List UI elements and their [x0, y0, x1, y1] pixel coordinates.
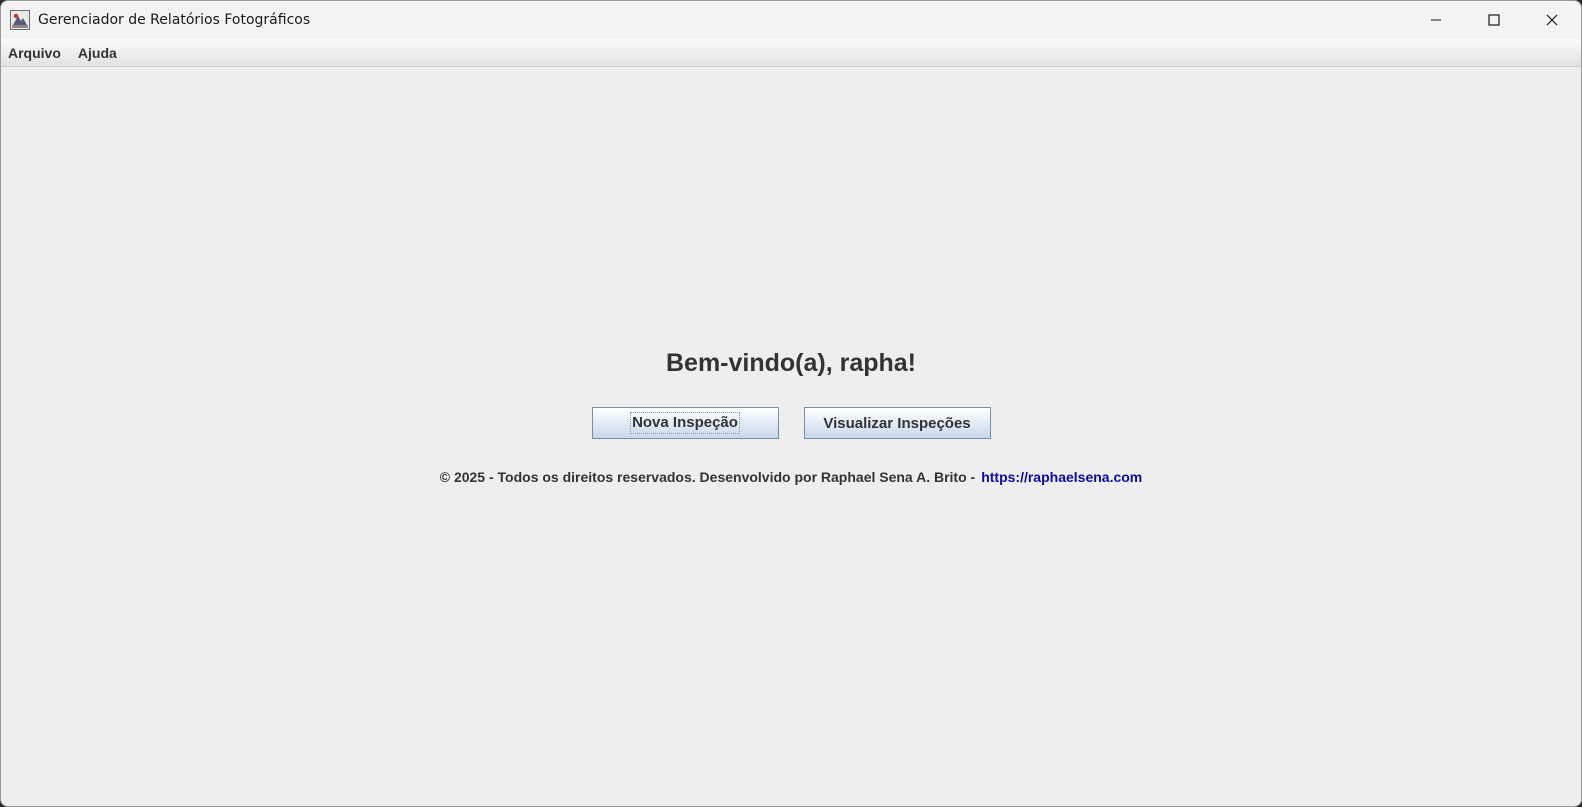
menu-ajuda[interactable]: Ajuda: [71, 40, 125, 66]
close-button[interactable]: [1523, 1, 1581, 39]
window-controls: [1407, 1, 1581, 39]
maximize-icon: [1488, 14, 1500, 26]
close-icon: [1546, 14, 1558, 26]
app-window: Gerenciador de Relatórios Fotográficos A…: [0, 0, 1582, 807]
view-inspections-label: Visualizar Inspeções: [823, 414, 971, 432]
maximize-button[interactable]: [1465, 1, 1523, 39]
welcome-heading: Bem-vindo(a), rapha!: [665, 349, 917, 377]
new-inspection-label: Nova Inspeção: [630, 412, 740, 434]
new-inspection-button[interactable]: Nova Inspeção: [591, 407, 779, 439]
main-panel: Bem-vindo(a), rapha! Nova Inspeção Visua…: [1, 67, 1581, 806]
minimize-icon: [1431, 19, 1441, 21]
website-link[interactable]: https://raphaelsena.com: [981, 469, 1142, 485]
view-inspections-button[interactable]: Visualizar Inspeções: [803, 407, 991, 439]
action-buttons: Nova Inspeção Visualizar Inspeções: [1, 407, 1581, 439]
menu-bar: Arquivo Ajuda: [1, 39, 1581, 67]
minimize-button[interactable]: [1407, 1, 1465, 39]
window-title: Gerenciador de Relatórios Fotográficos: [38, 12, 311, 28]
menu-arquivo[interactable]: Arquivo: [1, 40, 69, 66]
title-bar[interactable]: Gerenciador de Relatórios Fotográficos: [1, 1, 1581, 39]
app-icon: [10, 10, 30, 30]
footer: © 2025 - Todos os direitos reservados. D…: [1, 469, 1581, 485]
copyright-text: © 2025 - Todos os direitos reservados. D…: [439, 469, 976, 485]
